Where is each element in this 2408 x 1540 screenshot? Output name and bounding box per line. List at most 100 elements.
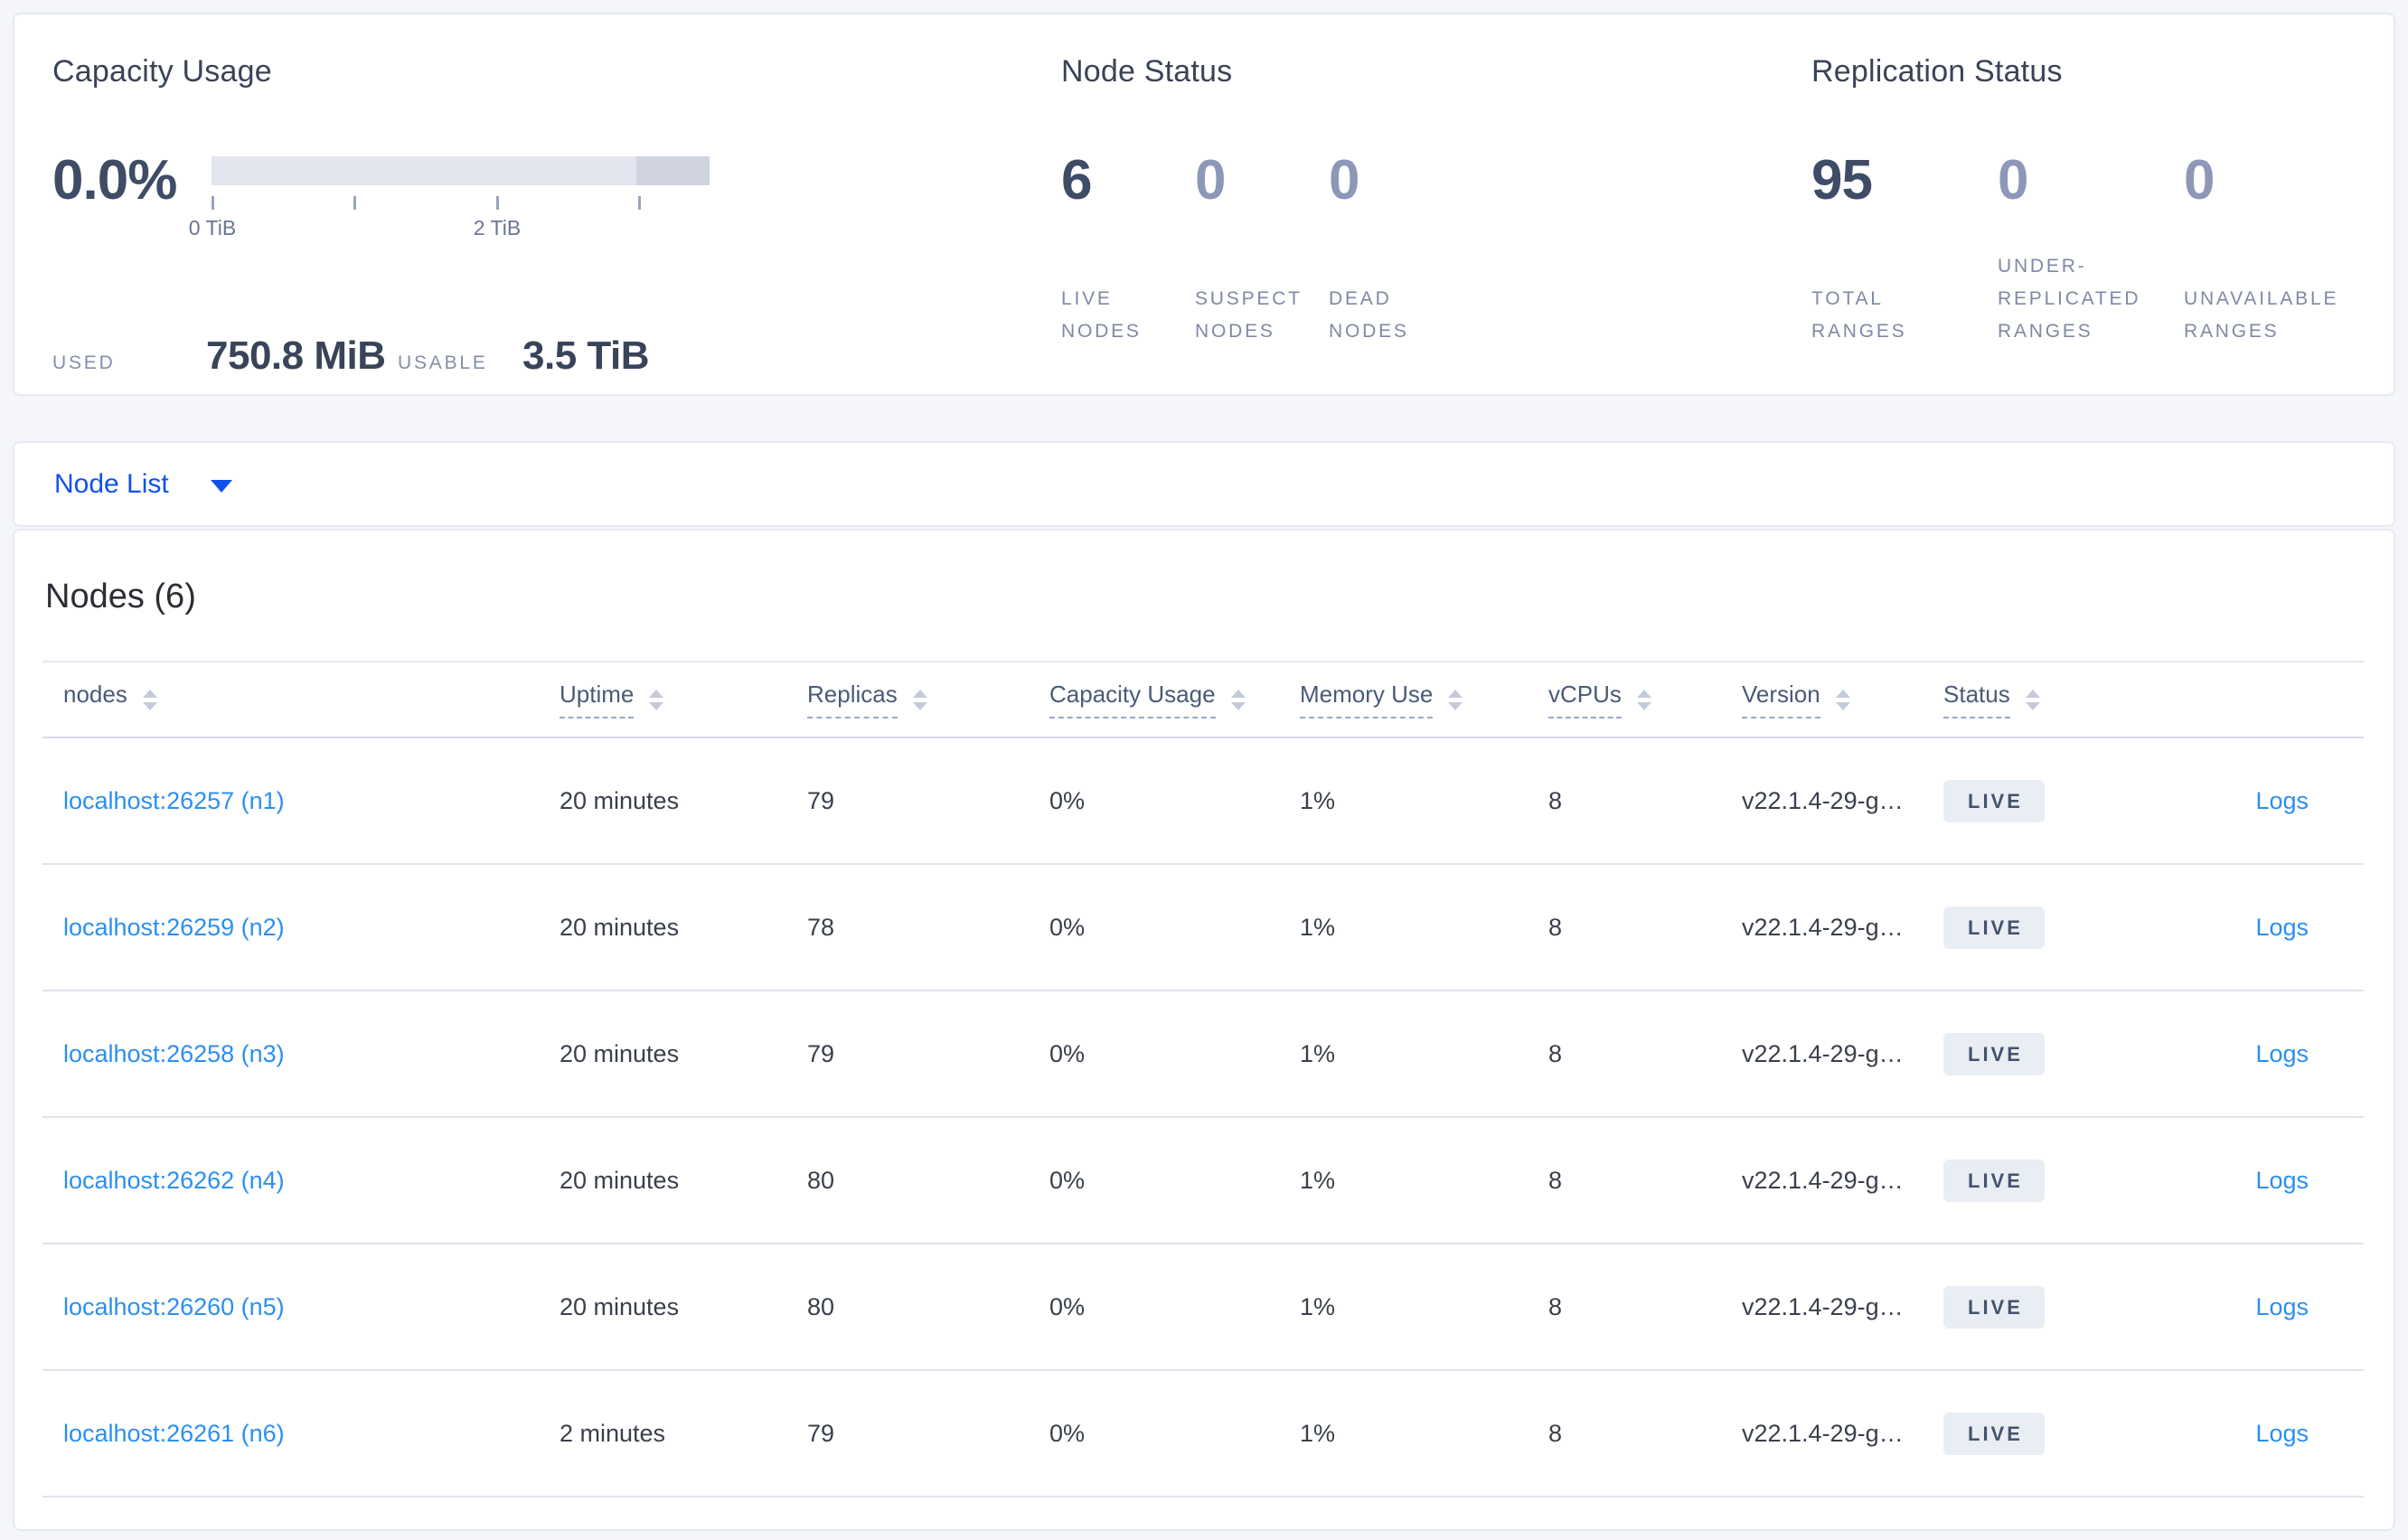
version-cell: v22.1.4-29-g…: [1742, 1419, 1904, 1447]
logs-link[interactable]: Logs: [2255, 787, 2309, 814]
sort-icon[interactable]: [649, 689, 664, 710]
summary-card: Capacity Usage 0.0% 0 TiB 2 TiB USED 750…: [13, 13, 2395, 396]
uptime-cell: 20 minutes: [560, 786, 680, 814]
memory-cell: 1%: [1300, 1166, 1336, 1194]
node-status-title: Node Status: [1061, 54, 1233, 89]
total-ranges-count: 95: [1811, 149, 1873, 211]
table-header-row: nodes Uptime Replicas Capacity Usage Mem…: [42, 661, 2364, 738]
status-badge: LIVE: [1943, 779, 2045, 822]
sort-icon[interactable]: [1835, 689, 1850, 710]
axis-tick: [353, 196, 356, 210]
replication-status-panel: Replication Status 95 TOTAL RANGES 0 UND…: [1811, 54, 2370, 348]
logs-link[interactable]: Logs: [2255, 1420, 2309, 1447]
version-cell: v22.1.4-29-g…: [1742, 1039, 1904, 1067]
capacity-cell: 0%: [1049, 1039, 1086, 1067]
capacity-cell: 0%: [1049, 1292, 1086, 1320]
uptime-cell: 20 minutes: [560, 1292, 680, 1320]
used-value: 750.8 MiB: [206, 333, 386, 378]
table-row: localhost:26262 (n4) 20 minutes 80 0% 1%…: [42, 1118, 2364, 1244]
capacity-bar: 0 TiB 2 TiB: [189, 156, 710, 243]
view-selector-label[interactable]: Node List: [54, 469, 169, 500]
vcpus-cell: 8: [1548, 1419, 1563, 1447]
logs-link[interactable]: Logs: [2255, 1040, 2309, 1067]
capacity-bar-track: [212, 156, 710, 185]
axis-tick-label: 0 TiB: [188, 216, 237, 239]
nodes-table-card: Nodes (6) nodes Uptime Replicas Capacity…: [13, 529, 2395, 1531]
suspect-nodes-label: SUSPECT NODES: [1195, 287, 1303, 342]
node-link[interactable]: localhost:26259 (n2): [63, 914, 285, 941]
dead-nodes-label: DEAD NODES: [1329, 287, 1409, 342]
capacity-cell: 0%: [1049, 1166, 1086, 1194]
total-ranges-label: TOTAL RANGES: [1811, 287, 1907, 342]
sort-icon[interactable]: [2025, 689, 2040, 710]
capacity-percent: 0.0%: [52, 149, 177, 211]
used-label: USED: [52, 352, 116, 373]
suspect-nodes-count: 0: [1195, 149, 1226, 211]
unavailable-ranges-label: UNAVAILABLE RANGES: [2184, 287, 2339, 342]
vcpus-cell: 8: [1548, 1039, 1563, 1067]
live-nodes-label: LIVE NODES: [1061, 287, 1142, 342]
logs-link[interactable]: Logs: [2255, 1167, 2309, 1194]
column-header-capacity-usage[interactable]: Capacity Usage: [1049, 681, 1300, 718]
column-header-status[interactable]: Status: [1943, 681, 2144, 718]
suspect-nodes-stat: 0 SUSPECT NODES: [1195, 153, 1329, 348]
axis-tick: [638, 196, 641, 210]
column-header-vcpus[interactable]: vCPUs: [1548, 681, 1742, 718]
node-link[interactable]: localhost:26257 (n1): [63, 787, 285, 814]
under-replicated-ranges-stat: 0 UNDER-REPLICATED RANGES: [1998, 153, 2184, 348]
dead-nodes-count: 0: [1329, 149, 1359, 211]
memory-cell: 1%: [1300, 786, 1336, 814]
replicas-cell: 79: [807, 1419, 835, 1447]
vcpus-cell: 8: [1548, 786, 1563, 814]
vcpus-cell: 8: [1548, 1166, 1563, 1194]
node-status-panel: Node Status 6 LIVE NODES 0 SUSPECT NODES…: [1061, 54, 1463, 348]
logs-link[interactable]: Logs: [2255, 914, 2309, 941]
memory-cell: 1%: [1300, 1039, 1336, 1067]
replication-status-title: Replication Status: [1811, 54, 2063, 89]
node-link[interactable]: localhost:26258 (n3): [63, 1040, 285, 1067]
dead-nodes-stat: 0 DEAD NODES: [1329, 153, 1463, 348]
column-header-uptime[interactable]: Uptime: [560, 681, 807, 718]
uptime-cell: 20 minutes: [560, 913, 680, 941]
memory-cell: 1%: [1300, 1292, 1336, 1320]
replicas-cell: 80: [807, 1166, 835, 1194]
sort-icon[interactable]: [1230, 689, 1246, 710]
view-selector-dropdown[interactable]: Node List: [13, 441, 2395, 527]
uptime-cell: 20 minutes: [560, 1166, 680, 1194]
status-badge: LIVE: [1943, 1285, 2045, 1329]
axis-tick: [496, 196, 499, 210]
live-nodes-stat: 6 LIVE NODES: [1061, 153, 1195, 348]
version-cell: v22.1.4-29-g…: [1742, 1292, 1904, 1320]
under-replicated-ranges-label: UNDER-REPLICATED RANGES: [1998, 255, 2141, 342]
node-link[interactable]: localhost:26262 (n4): [63, 1167, 285, 1194]
capacity-cell: 0%: [1049, 913, 1086, 941]
node-link[interactable]: localhost:26260 (n5): [63, 1293, 285, 1320]
table-row: localhost:26257 (n1) 20 minutes 79 0% 1%…: [42, 738, 2364, 865]
column-header-version[interactable]: Version: [1742, 681, 1943, 718]
under-replicated-ranges-count: 0: [1998, 149, 2028, 211]
sort-icon[interactable]: [912, 689, 927, 710]
sort-icon[interactable]: [142, 689, 157, 710]
table-row: localhost:26260 (n5) 20 minutes 80 0% 1%…: [42, 1244, 2364, 1371]
status-badge: LIVE: [1943, 1159, 2045, 1202]
column-header-nodes[interactable]: nodes: [42, 681, 560, 718]
axis-tick-label: 2 TiB: [473, 216, 522, 239]
status-badge: LIVE: [1943, 1032, 2045, 1075]
usable-label: USABLE: [398, 352, 488, 373]
vcpus-cell: 8: [1548, 1292, 1563, 1320]
column-header-replicas[interactable]: Replicas: [807, 681, 1049, 718]
replicas-cell: 79: [807, 1039, 835, 1067]
column-header-memory-use[interactable]: Memory Use: [1300, 681, 1548, 718]
sort-icon[interactable]: [1636, 689, 1651, 710]
total-ranges-stat: 95 TOTAL RANGES: [1811, 153, 1998, 348]
logs-link[interactable]: Logs: [2255, 1293, 2309, 1320]
node-link[interactable]: localhost:26261 (n6): [63, 1420, 285, 1447]
capacity-cell: 0%: [1049, 1419, 1086, 1447]
replicas-cell: 80: [807, 1292, 835, 1320]
nodes-table: nodes Uptime Replicas Capacity Usage Mem…: [42, 661, 2364, 1498]
status-badge: LIVE: [1943, 906, 2045, 949]
table-row: localhost:26258 (n3) 20 minutes 79 0% 1%…: [42, 991, 2364, 1118]
capacity-usage-title: Capacity Usage: [52, 54, 272, 89]
sort-icon[interactable]: [1448, 689, 1463, 710]
uptime-cell: 2 minutes: [560, 1419, 666, 1447]
